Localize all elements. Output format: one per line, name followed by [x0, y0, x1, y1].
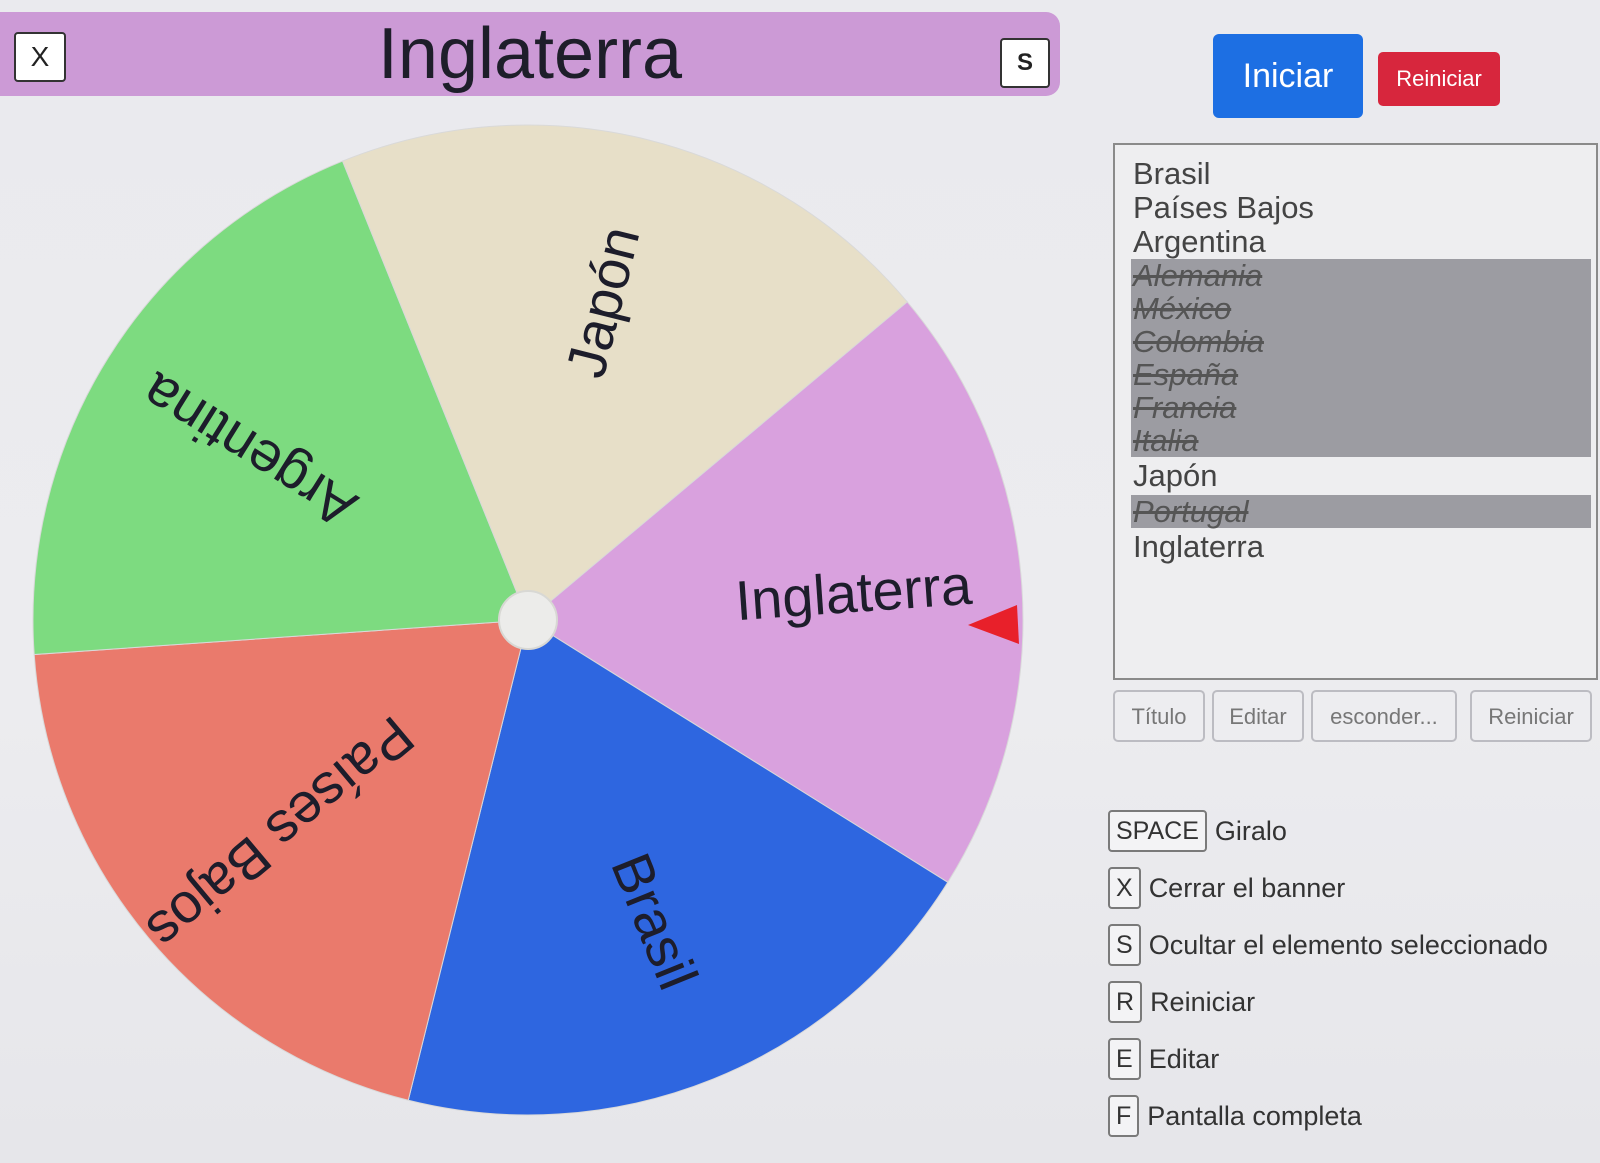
spin-wheel[interactable]: InglaterraBrasilPaíses BajosArgentinaJap…: [0, 120, 1040, 1120]
key-s: S: [1108, 923, 1141, 966]
key-space: SPACE: [1108, 809, 1207, 852]
shortcut-label: Pantalla completa: [1147, 1100, 1362, 1131]
reset-button[interactable]: Reiniciar: [1378, 52, 1500, 106]
list-item[interactable]: España: [1131, 358, 1591, 391]
entries-list[interactable]: Brasil Países Bajos Argentina Alemania M…: [1113, 143, 1598, 680]
key-e: E: [1108, 1037, 1141, 1080]
shortcut-label: Cerrar el banner: [1148, 872, 1346, 903]
list-item[interactable]: Brasil: [1133, 157, 1583, 190]
result-banner: X Inglaterra S: [0, 12, 1060, 96]
list-item[interactable]: Italia: [1131, 424, 1591, 457]
list-item[interactable]: Francia: [1131, 391, 1591, 424]
hide-selected-button[interactable]: S: [1000, 38, 1050, 88]
close-banner-button[interactable]: X: [14, 32, 66, 82]
list-item[interactable]: Países Bajos: [1133, 191, 1583, 224]
shortcut-row: F Pantalla completa: [1108, 1093, 1362, 1137]
shortcut-row: R Reiniciar: [1108, 979, 1256, 1023]
wheel-hub: [498, 590, 558, 650]
shortcut-row: E Editar: [1108, 1036, 1220, 1080]
shortcut-label: Editar: [1148, 1043, 1220, 1074]
list-item[interactable]: Colombia: [1131, 325, 1591, 358]
list-item[interactable]: México: [1131, 292, 1591, 325]
edit-button[interactable]: Editar: [1212, 690, 1304, 742]
list-item[interactable]: Japón: [1133, 459, 1583, 492]
hide-button[interactable]: esconder...: [1311, 690, 1457, 742]
shortcut-label: Ocultar el elemento seleccionado: [1148, 929, 1548, 960]
list-item[interactable]: Portugal: [1131, 495, 1591, 528]
shortcut-label: Reiniciar: [1150, 986, 1256, 1017]
shortcut-row: S Ocultar el elemento seleccionado: [1108, 922, 1548, 966]
list-item[interactable]: Alemania: [1131, 259, 1591, 292]
key-r: R: [1108, 980, 1143, 1023]
start-button[interactable]: Iniciar: [1213, 34, 1363, 118]
shortcut-label: Giralo: [1214, 815, 1287, 846]
key-f: F: [1108, 1094, 1140, 1137]
list-item[interactable]: Argentina: [1133, 225, 1583, 258]
banner-title: Inglaterra: [377, 14, 683, 94]
key-x: X: [1108, 866, 1141, 909]
reset-list-button[interactable]: Reiniciar: [1470, 690, 1592, 742]
title-button[interactable]: Título: [1113, 690, 1205, 742]
shortcut-row: SPACE Giralo: [1108, 808, 1287, 852]
list-item[interactable]: Inglaterra: [1133, 530, 1583, 563]
shortcut-row: X Cerrar el banner: [1108, 865, 1346, 909]
